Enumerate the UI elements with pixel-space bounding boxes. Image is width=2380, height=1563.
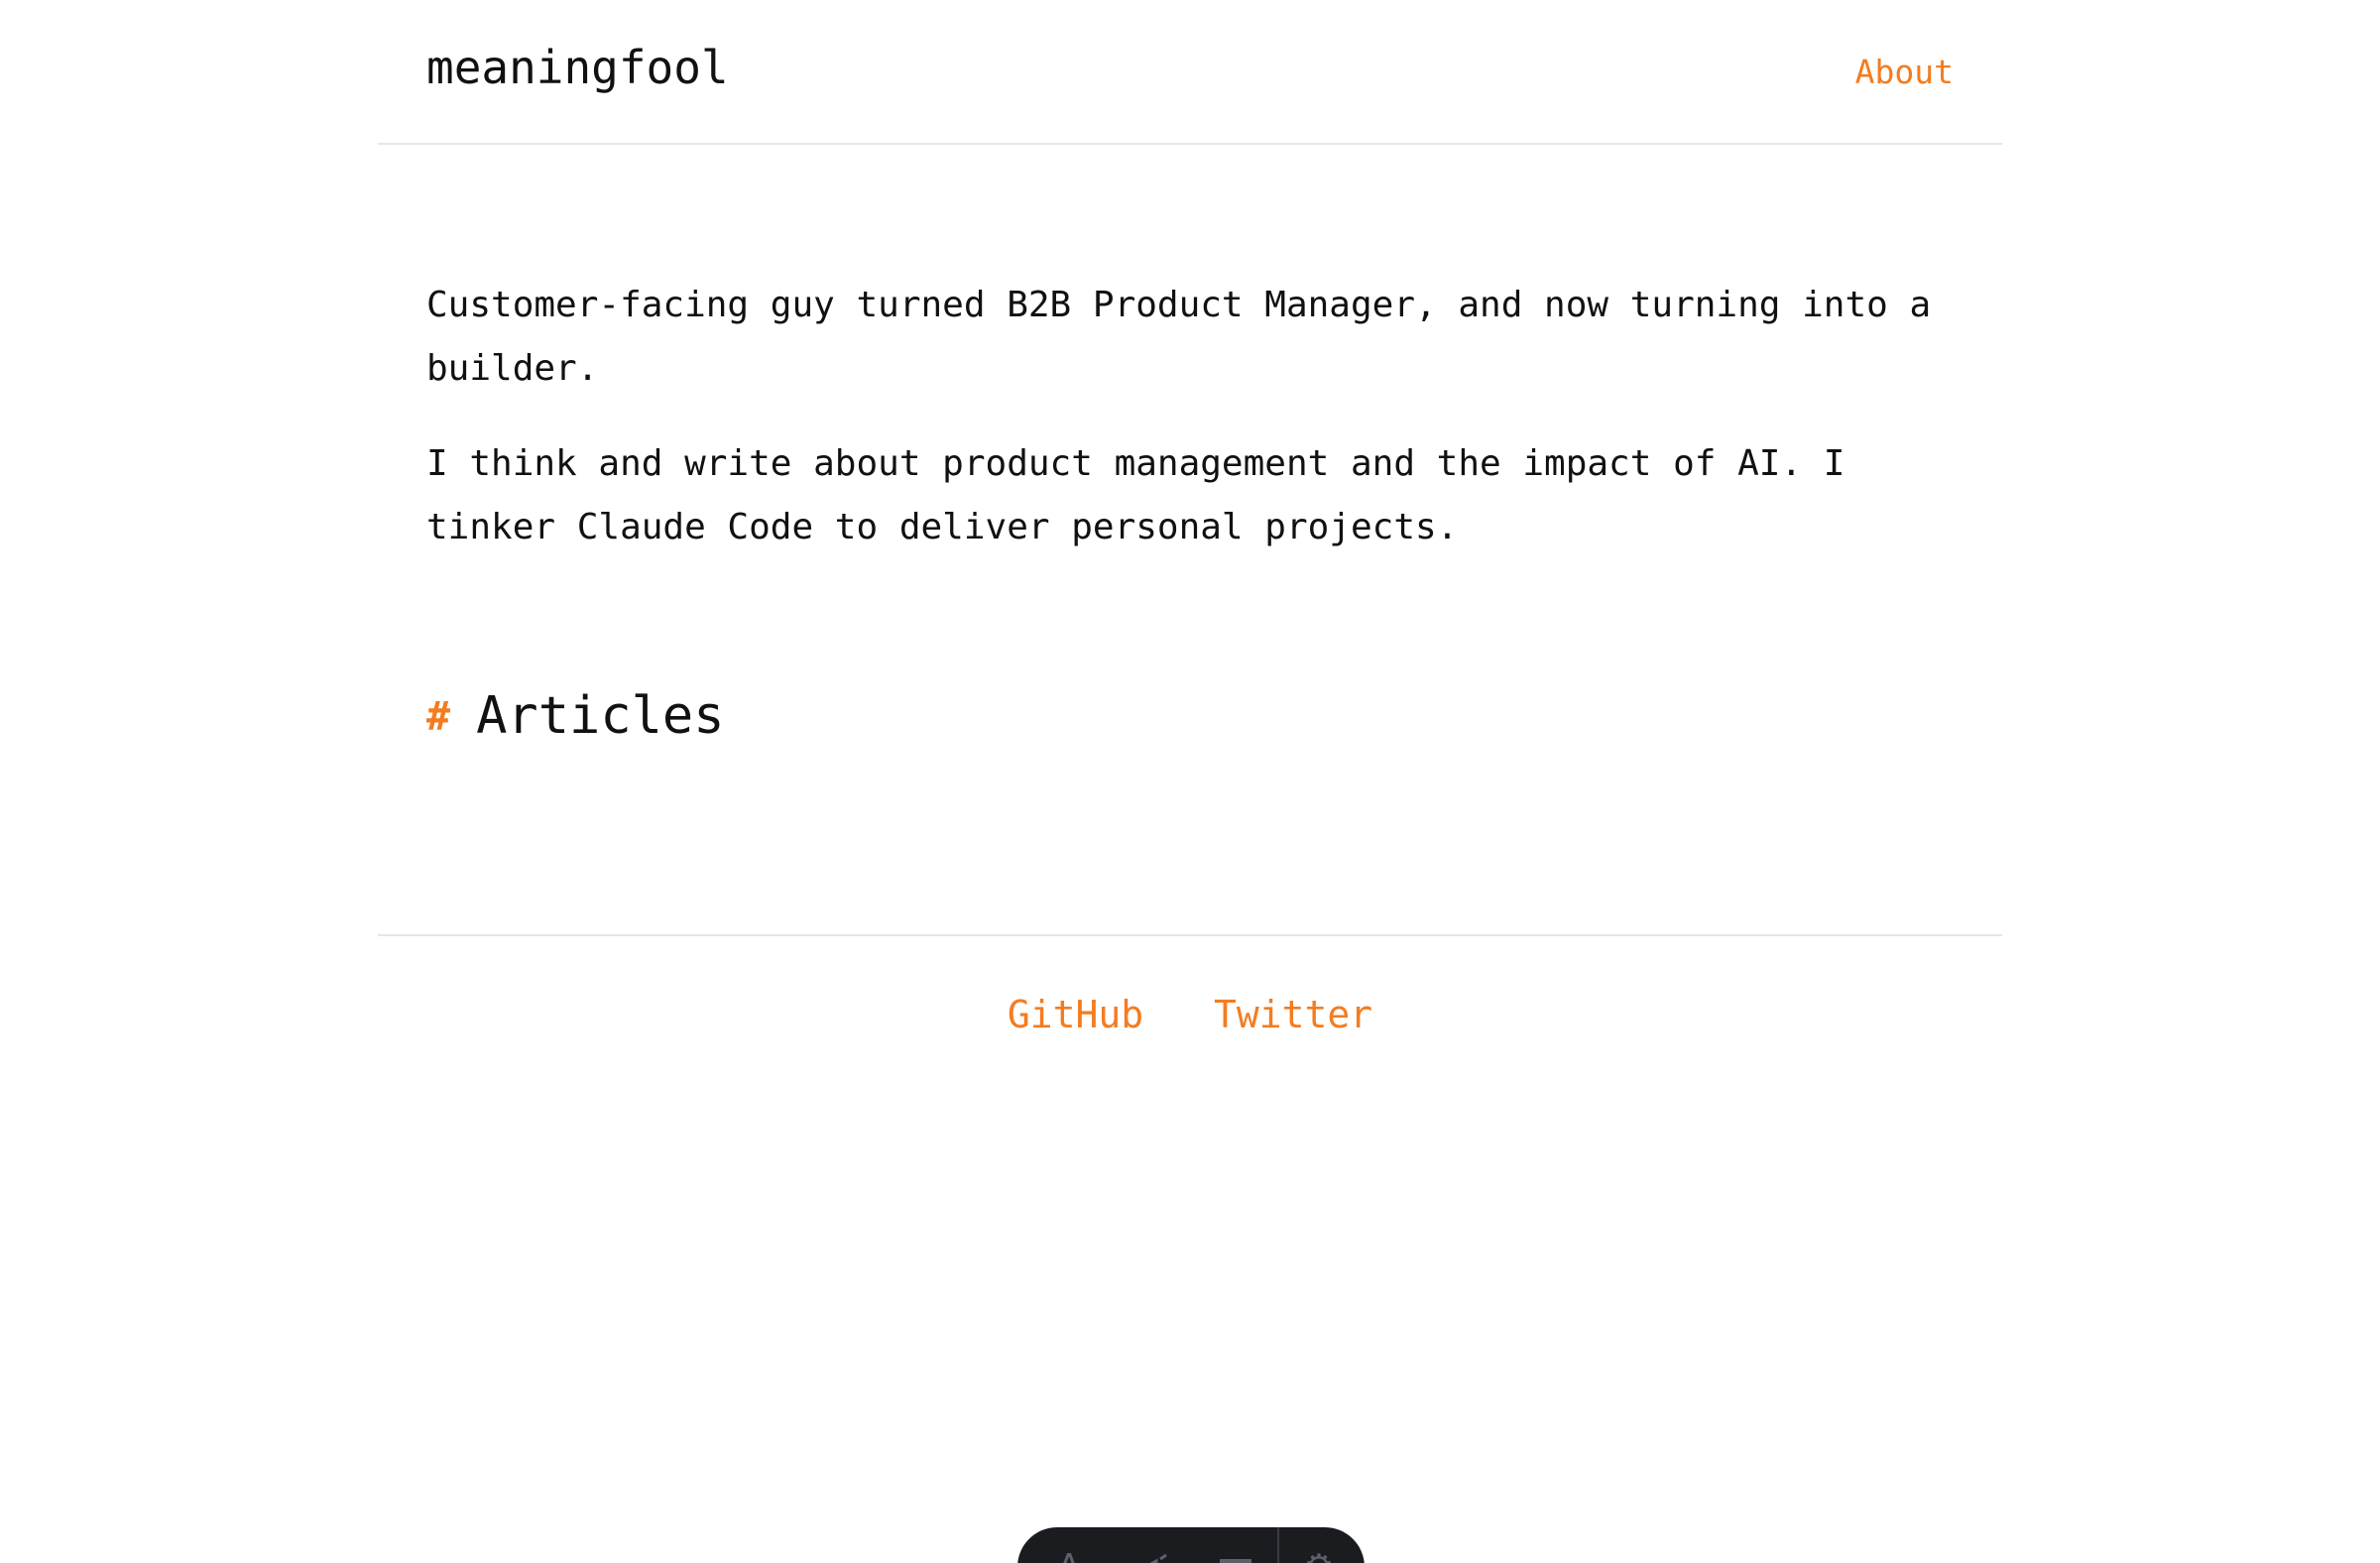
page: meaningfool About Customer-facing guy tu… [0, 0, 2380, 1563]
footer-links: GitHub Twitter [378, 990, 2002, 1039]
bio-paragraph-1: Customer-facing guy turned B2B Product M… [426, 285, 1932, 389]
menu-icon[interactable] [1214, 1545, 1257, 1563]
toolbar-divider [1277, 1527, 1279, 1563]
site-footer: GitHub Twitter [378, 934, 2002, 1055]
floating-toolbar: A ⚙ [1017, 1527, 1365, 1563]
github-link[interactable]: GitHub [1008, 993, 1143, 1036]
bio-section: Customer-facing guy turned B2B Product M… [426, 274, 1973, 591]
twitter-link[interactable]: Twitter [1214, 993, 1372, 1036]
bio-paragraph-2: I think and write about product manageme… [426, 443, 1845, 547]
nav-about-link[interactable]: About [1855, 48, 1954, 97]
articles-heading: # Articles [426, 680, 725, 753]
articles-heading-text: Articles [476, 686, 725, 746]
megaphone-icon[interactable] [1130, 1545, 1174, 1563]
gear-icon[interactable]: ⚙ [1297, 1545, 1341, 1563]
text-icon[interactable]: A [1047, 1545, 1091, 1563]
site-header: meaningfool About [378, 0, 2002, 145]
heading-hash-symbol: # [426, 694, 451, 740]
site-title-link[interactable]: meaningfool [426, 36, 729, 99]
